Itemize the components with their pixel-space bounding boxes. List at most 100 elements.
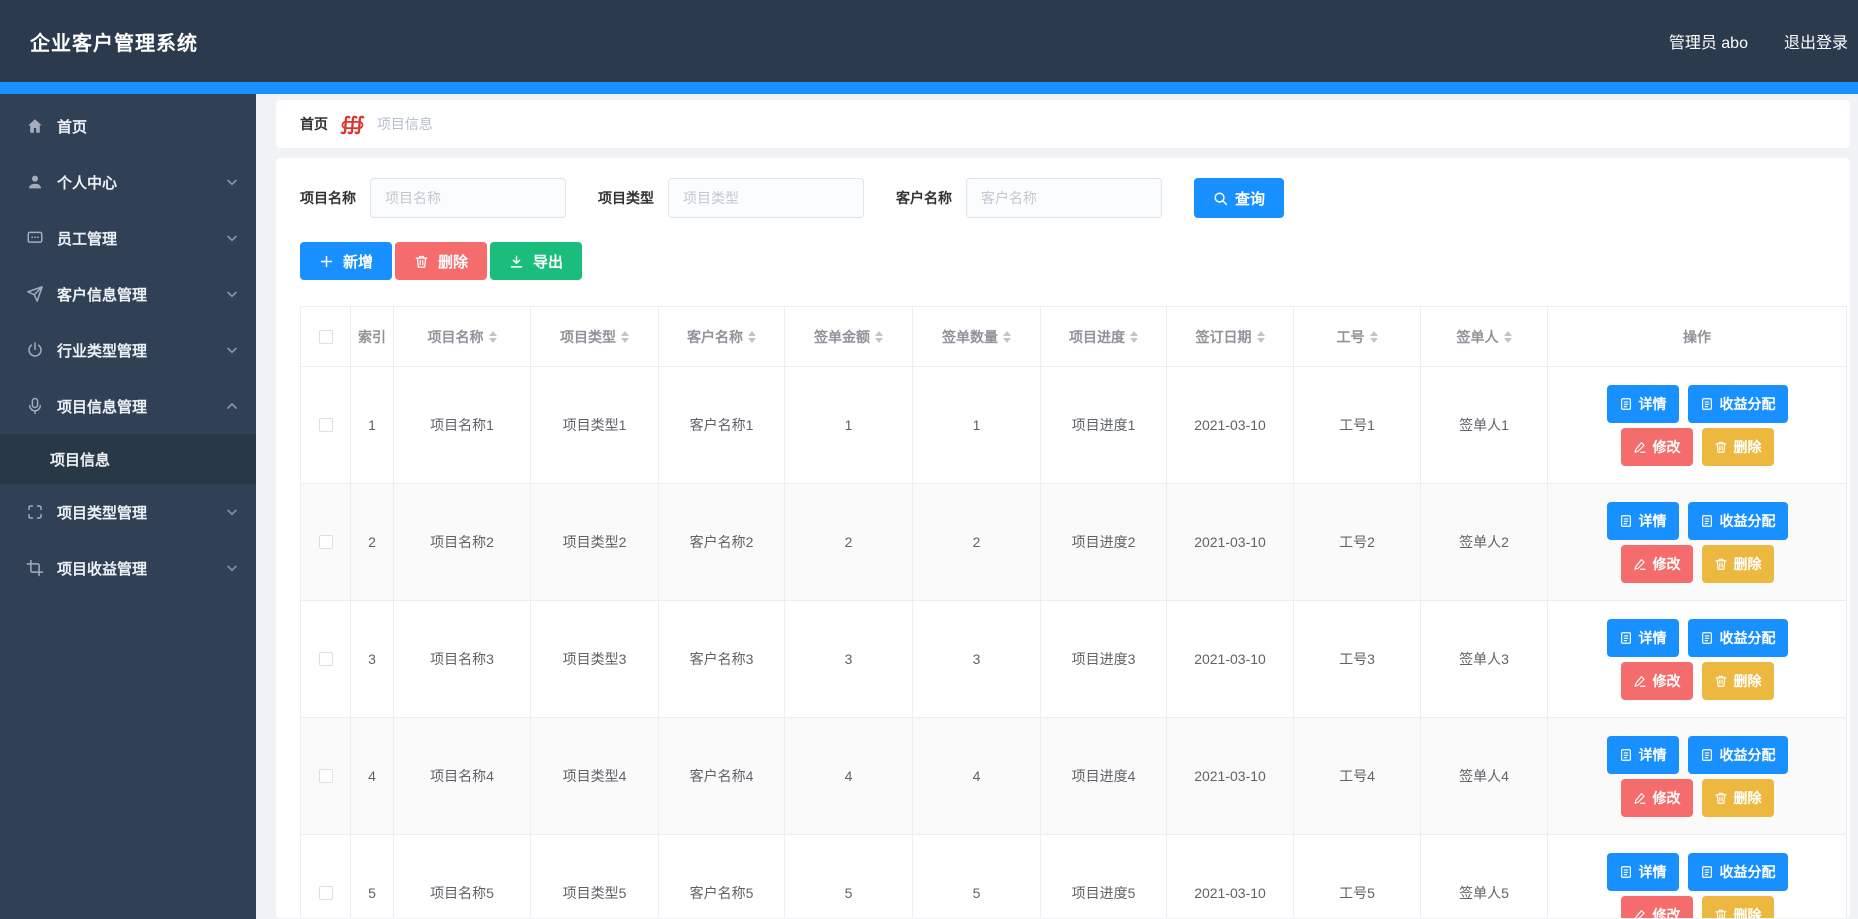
row-checkbox[interactable]	[319, 886, 333, 900]
home-icon	[26, 117, 44, 135]
doc-icon	[1619, 865, 1633, 879]
caret-up-icon[interactable]	[1504, 327, 1512, 336]
caret-up-icon[interactable]	[748, 327, 756, 336]
caret-down-icon[interactable]	[875, 338, 883, 347]
row-edit-button[interactable]: 修改	[1621, 662, 1693, 700]
caret-up-icon[interactable]	[875, 327, 883, 336]
sort-icons[interactable]	[1370, 327, 1378, 347]
cell-sign_amount: 2	[785, 484, 913, 601]
sidebar-item-label: 项目信息管理	[57, 396, 224, 417]
edit-icon	[1633, 440, 1647, 454]
column-header-job_no[interactable]: 工号	[1294, 307, 1421, 367]
row-delete-button[interactable]: 删除	[1702, 779, 1774, 817]
caret-down-icon[interactable]	[489, 338, 497, 347]
caret-up-icon[interactable]	[1370, 327, 1378, 336]
column-header-sign_date[interactable]: 签订日期	[1167, 307, 1294, 367]
sidebar-item-员工管理[interactable]: 员工管理	[0, 210, 256, 266]
caret-up-icon[interactable]	[1130, 327, 1138, 336]
sidebar-item-项目类型管理[interactable]: 项目类型管理	[0, 484, 256, 540]
caret-up-icon[interactable]	[489, 327, 497, 336]
cell-job_no: 工号3	[1294, 601, 1421, 718]
row-checkbox[interactable]	[319, 535, 333, 549]
sidebar-item-行业类型管理[interactable]: 行业类型管理	[0, 322, 256, 378]
sidebar-item-个人中心[interactable]: 个人中心	[0, 154, 256, 210]
column-header-sign_amount[interactable]: 签单金额	[785, 307, 913, 367]
sidebar-item-项目信息管理[interactable]: 项目信息管理	[0, 378, 256, 434]
row-checkbox[interactable]	[319, 418, 333, 432]
row-edit-button[interactable]: 修改	[1621, 779, 1693, 817]
sort-icons[interactable]	[748, 327, 756, 347]
row-edit-button[interactable]: 修改	[1621, 545, 1693, 583]
column-header-signer[interactable]: 签单人	[1421, 307, 1548, 367]
column-header-sign_count[interactable]: 签单数量	[913, 307, 1041, 367]
doc-icon	[1700, 631, 1714, 645]
row-detail-button[interactable]: 详情	[1607, 619, 1679, 657]
row-profit-share-button[interactable]: 收益分配	[1688, 385, 1788, 423]
caret-down-icon[interactable]	[748, 338, 756, 347]
row-checkbox[interactable]	[319, 769, 333, 783]
caret-down-icon[interactable]	[1130, 338, 1138, 347]
row-profit-share-button[interactable]: 收益分配	[1688, 619, 1788, 657]
export-button[interactable]: 导出	[490, 242, 582, 280]
row-detail-button[interactable]: 详情	[1607, 502, 1679, 540]
row-detail-button[interactable]: 详情	[1607, 853, 1679, 891]
sort-icons[interactable]	[1003, 327, 1011, 347]
row-edit-button[interactable]: 修改	[1621, 428, 1693, 466]
column-header-project_name[interactable]: 项目名称	[394, 307, 531, 367]
current-user-label[interactable]: 管理员 abo	[1669, 29, 1748, 53]
delete-button-label: 删除	[438, 251, 468, 272]
sort-icons[interactable]	[1130, 327, 1138, 347]
caret-down-icon[interactable]	[1003, 338, 1011, 347]
cell-project_progress: 项目进度2	[1041, 484, 1167, 601]
row-delete-button[interactable]: 删除	[1702, 545, 1774, 583]
sort-icons[interactable]	[1257, 327, 1265, 347]
breadcrumb-home-link[interactable]: 首页	[300, 114, 328, 134]
search-button[interactable]: 查询	[1194, 178, 1284, 218]
caret-up-icon[interactable]	[621, 327, 629, 336]
sort-icons[interactable]	[621, 327, 629, 347]
row-profit-share-button[interactable]: 收益分配	[1688, 736, 1788, 774]
column-header-project_type[interactable]: 项目类型	[531, 307, 659, 367]
topbar-right: 管理员 abo 退出登录	[1669, 29, 1848, 53]
breadcrumb-current: 项目信息	[377, 114, 433, 134]
sort-icons[interactable]	[1504, 327, 1512, 347]
row-delete-button[interactable]: 删除	[1702, 896, 1774, 919]
column-header-project_progress[interactable]: 项目进度	[1041, 307, 1167, 367]
sort-icons[interactable]	[489, 327, 497, 347]
delete-button[interactable]: 删除	[395, 242, 487, 280]
toolbar: 新增 删除 导出	[300, 242, 1850, 280]
logout-link[interactable]: 退出登录	[1784, 29, 1848, 53]
project-type-label: 项目类型	[598, 188, 654, 208]
project-type-input[interactable]	[668, 178, 864, 218]
row-delete-button[interactable]: 删除	[1702, 662, 1774, 700]
add-button[interactable]: 新增	[300, 242, 392, 280]
cell-sign_count: 5	[913, 835, 1041, 919]
caret-up-icon[interactable]	[1257, 327, 1265, 336]
caret-down-icon[interactable]	[1504, 338, 1512, 347]
select-all-checkbox[interactable]	[319, 330, 333, 344]
caret-up-icon[interactable]	[1003, 327, 1011, 336]
row-profit-share-button[interactable]: 收益分配	[1688, 502, 1788, 540]
row-detail-button[interactable]: 详情	[1607, 385, 1679, 423]
project-name-input[interactable]	[370, 178, 566, 218]
row-detail-button[interactable]: 详情	[1607, 736, 1679, 774]
sidebar-subitem-项目信息[interactable]: 项目信息	[0, 434, 256, 484]
row-checkbox[interactable]	[319, 652, 333, 666]
caret-down-icon[interactable]	[1370, 338, 1378, 347]
sidebar-item-客户信息管理[interactable]: 客户信息管理	[0, 266, 256, 322]
row-edit-button[interactable]: 修改	[1621, 896, 1693, 919]
caret-down-icon[interactable]	[621, 338, 629, 347]
row-delete-button[interactable]: 删除	[1702, 428, 1774, 466]
customer-name-input[interactable]	[966, 178, 1162, 218]
cell-signer: 签单人3	[1421, 601, 1548, 718]
caret-down-icon[interactable]	[1257, 338, 1265, 347]
row-profit-share-button[interactable]: 收益分配	[1688, 853, 1788, 891]
sidebar-item-label: 客户信息管理	[57, 284, 224, 305]
cell-signer: 签单人4	[1421, 718, 1548, 835]
sort-icons[interactable]	[875, 327, 883, 347]
sidebar-item-首页[interactable]: 首页	[0, 98, 256, 154]
column-header-customer_name[interactable]: 客户名称	[659, 307, 785, 367]
cell-project_type: 项目类型3	[531, 601, 659, 718]
sidebar-item-项目收益管理[interactable]: 项目收益管理	[0, 540, 256, 596]
row-delete-button-label: 删除	[1734, 437, 1762, 457]
